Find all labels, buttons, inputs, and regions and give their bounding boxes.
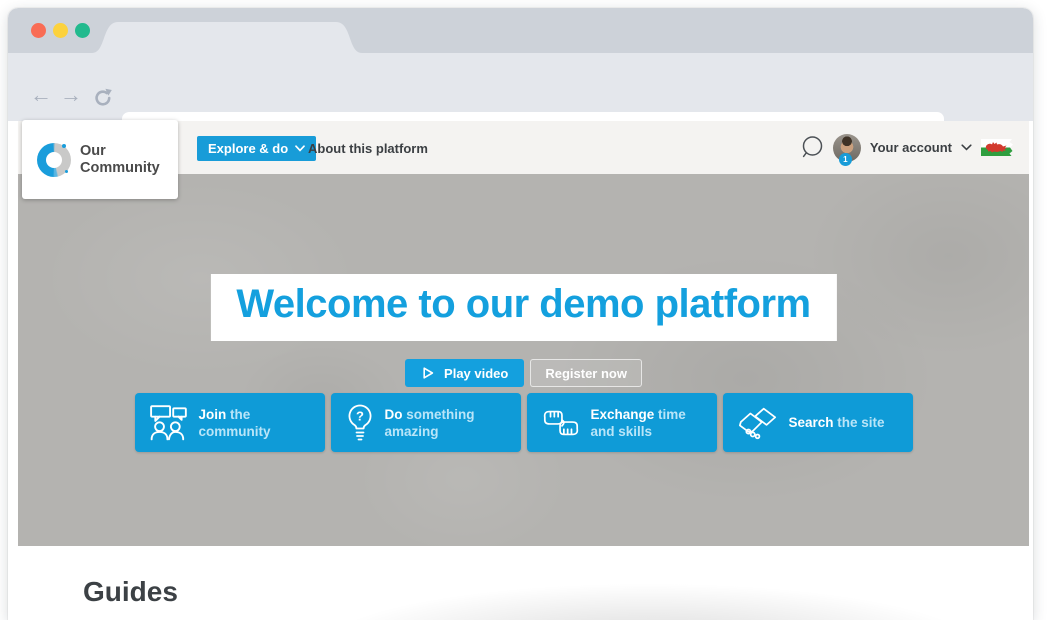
notification-badge: 1 <box>839 153 852 166</box>
chevron-down-icon <box>295 145 305 152</box>
logo-line2: Community <box>80 160 160 176</box>
back-icon[interactable]: ← <box>30 84 52 106</box>
guides-heading: Guides <box>83 576 178 608</box>
nav-about-platform-link[interactable]: About this platform <box>308 141 428 156</box>
card-label: Exchange time and skills <box>591 406 707 440</box>
people-chat-icon <box>149 404 189 442</box>
chevron-down-icon[interactable] <box>961 144 972 151</box>
browser-titlebar <box>8 8 1033 53</box>
explore-do-button[interactable]: Explore & do <box>197 136 316 161</box>
browser-toolbar: ← → ★ <box>8 53 1033 121</box>
register-now-button[interactable]: Register now <box>530 359 642 387</box>
hero-title-box: Welcome to our demo platform <box>210 274 836 341</box>
hero-cards: Join the community ? Do somethi <box>18 393 1029 452</box>
card-search-site[interactable]: Search the site <box>723 393 913 452</box>
play-video-label: Play video <box>444 366 508 381</box>
explore-do-label: Explore & do <box>208 141 288 156</box>
reload-icon[interactable] <box>92 87 114 109</box>
close-window-button[interactable] <box>31 23 46 38</box>
play-video-button[interactable]: Play video <box>405 359 524 387</box>
handshake-icon <box>737 406 779 440</box>
welsh-flag-icon[interactable] <box>981 139 1013 156</box>
play-icon <box>421 366 435 380</box>
logo-ring-icon <box>37 143 71 177</box>
header-right-cluster: 1 Your account <box>800 121 1013 174</box>
logo-line1: Our <box>80 143 160 159</box>
forward-icon[interactable]: → <box>60 84 82 106</box>
exchange-hands-icon <box>541 404 581 442</box>
card-exchange[interactable]: Exchange time and skills <box>527 393 717 452</box>
site-viewport: Our Community Explore & do About this pl… <box>18 121 1029 620</box>
your-account-button[interactable]: Your account <box>870 140 952 155</box>
card-label: Join the community <box>199 406 315 440</box>
card-rest: the site <box>837 415 884 430</box>
card-do-something[interactable]: ? Do something amazing <box>331 393 521 452</box>
hero-buttons: Play video Register now <box>18 359 1029 387</box>
card-keyword: Exchange <box>591 407 655 422</box>
minimize-window-button[interactable] <box>53 23 68 38</box>
card-label: Search the site <box>789 414 885 431</box>
hero-title: Welcome to our demo platform <box>236 282 810 327</box>
card-join-community[interactable]: Join the community <box>135 393 325 452</box>
browser-tab[interactable] <box>92 22 362 53</box>
card-keyword: Join <box>199 407 227 422</box>
browser-window: ← → ★ Our Community <box>8 8 1033 620</box>
fullscreen-window-button[interactable] <box>75 23 90 38</box>
card-keyword: Search <box>789 415 834 430</box>
card-label: Do something amazing <box>385 406 511 440</box>
content-drop-shadow <box>268 574 1029 620</box>
logo-text: Our Community <box>80 143 160 175</box>
lightbulb-question-icon: ? <box>345 403 375 443</box>
hero-banner: Welcome to our demo platform Play video … <box>18 174 1029 546</box>
card-keyword: Do <box>385 407 403 422</box>
site-logo[interactable]: Our Community <box>22 120 178 199</box>
site-header: Our Community Explore & do About this pl… <box>18 121 1029 174</box>
avatar[interactable]: 1 <box>833 134 861 162</box>
search-icon[interactable] <box>800 135 824 160</box>
svg-text:?: ? <box>356 408 364 423</box>
